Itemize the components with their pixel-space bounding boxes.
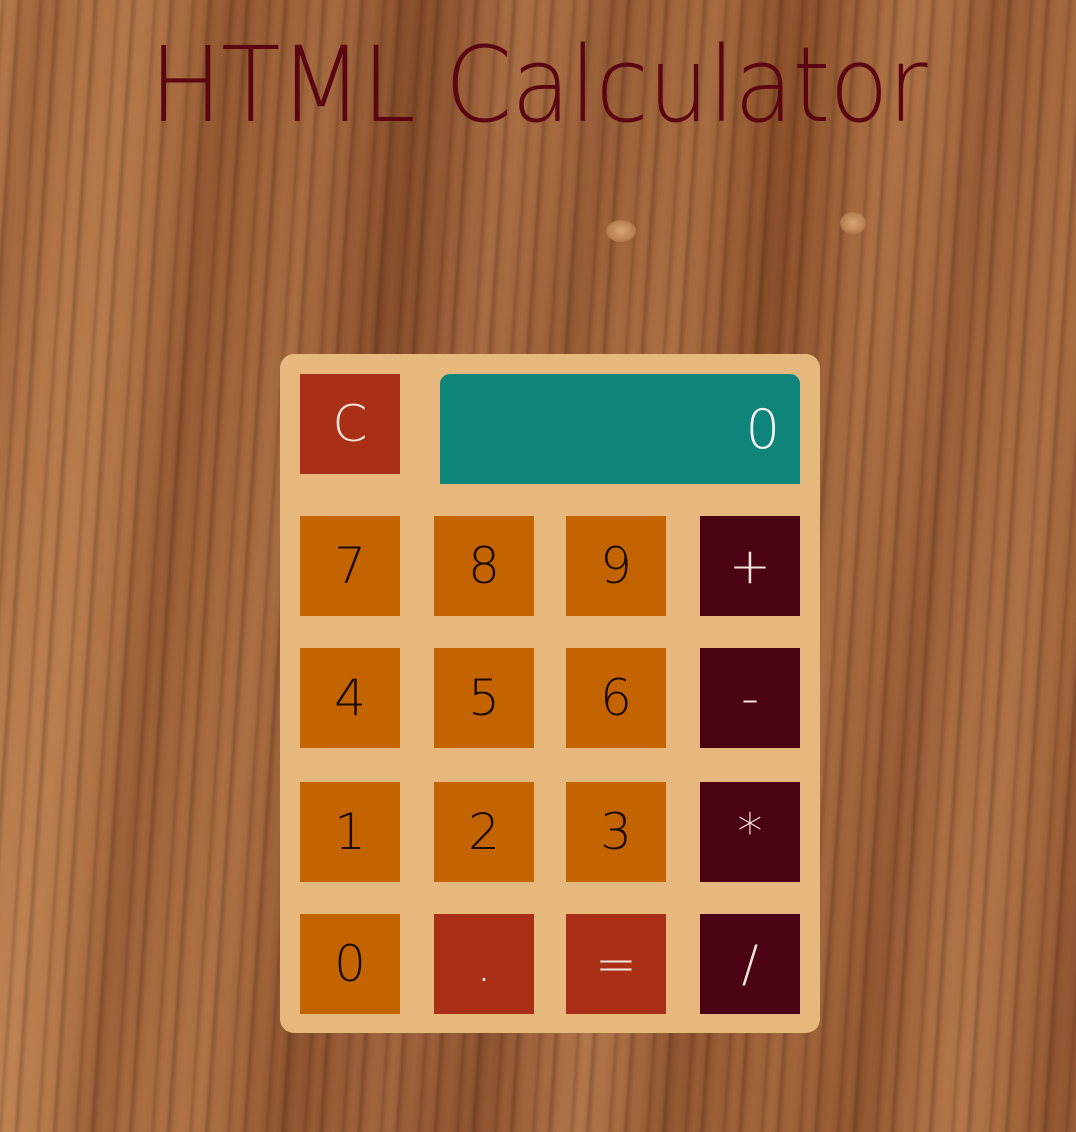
clear-button[interactable]: C <box>300 374 400 474</box>
digit-9-button[interactable]: 9 <box>566 516 666 616</box>
subtract-button[interactable]: - <box>700 648 800 748</box>
wood-knot <box>840 212 866 234</box>
digit-8-button[interactable]: 8 <box>434 516 534 616</box>
digit-3-button[interactable]: 3 <box>566 782 666 882</box>
digit-5-button[interactable]: 5 <box>434 648 534 748</box>
calculator-panel: C 0 7 8 9 + 4 5 6 - 1 2 3 * 0 . = / <box>280 354 820 1033</box>
multiply-button[interactable]: * <box>700 782 800 882</box>
digit-7-button[interactable]: 7 <box>300 516 400 616</box>
page-title: HTML Calculator <box>149 24 927 146</box>
divide-button[interactable]: / <box>700 914 800 1014</box>
decimal-button[interactable]: . <box>434 914 534 1014</box>
digit-2-button[interactable]: 2 <box>434 782 534 882</box>
digit-6-button[interactable]: 6 <box>566 648 666 748</box>
wood-knot <box>606 220 636 242</box>
equals-button[interactable]: = <box>566 914 666 1014</box>
digit-4-button[interactable]: 4 <box>300 648 400 748</box>
add-button[interactable]: + <box>700 516 800 616</box>
digit-1-button[interactable]: 1 <box>300 782 400 882</box>
calculator-display: 0 <box>440 374 800 484</box>
digit-0-button[interactable]: 0 <box>300 914 400 1014</box>
